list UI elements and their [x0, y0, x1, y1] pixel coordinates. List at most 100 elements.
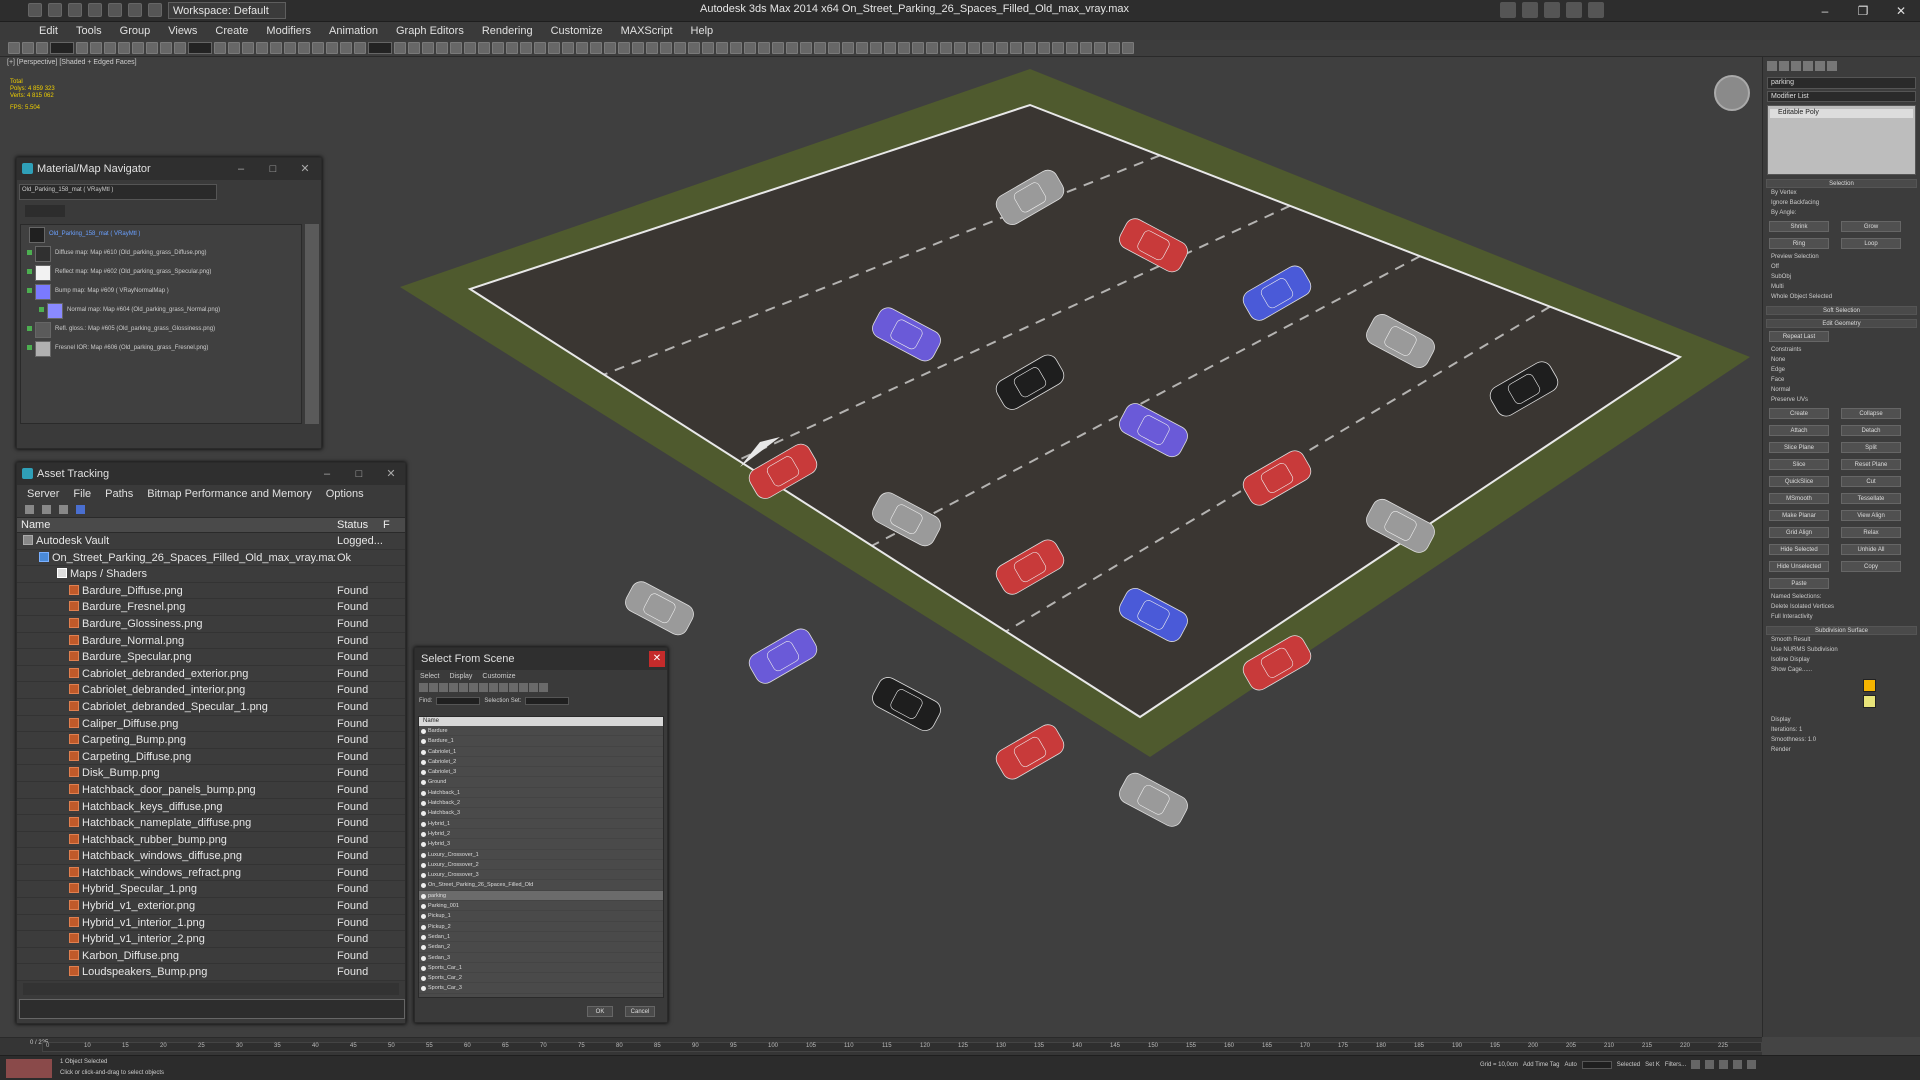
material-tree-node[interactable]: Diffuse map: Map #610 (Old_parking_grass… [21, 244, 301, 263]
toolbar-tool-icon[interactable] [548, 42, 560, 54]
toolbar-tool-icon[interactable] [646, 42, 658, 54]
command-button[interactable]: QuickSlice [1769, 476, 1829, 487]
command-button[interactable]: Copy [1841, 561, 1901, 572]
scene-object-item[interactable]: Hybrid_1 [419, 819, 663, 829]
command-button[interactable]: Create [1769, 408, 1829, 419]
toolbar-tool-icon[interactable] [716, 42, 728, 54]
toolbar-tool-icon[interactable] [270, 42, 282, 54]
toolbar-tool-icon[interactable] [76, 42, 88, 54]
toolbar-tool-icon[interactable] [590, 42, 602, 54]
toolbar-dropdown[interactable] [368, 42, 392, 54]
toolbar-tool-icon[interactable] [422, 42, 434, 54]
help-icon[interactable] [1588, 2, 1604, 18]
command-button[interactable]: Collapse [1841, 408, 1901, 419]
scene-object-item[interactable]: Sedan_1 [419, 932, 663, 943]
toolbar-tool-icon[interactable] [800, 42, 812, 54]
menu-item[interactable]: Graph Editors [387, 22, 473, 40]
asset-row[interactable]: Bardure_Fresnel.png Found [17, 599, 405, 616]
command-button[interactable]: Paste [1769, 578, 1829, 589]
scene-object-item[interactable]: Sports_Car_2 [419, 973, 663, 984]
toolbar-tool-icon[interactable] [160, 42, 172, 54]
scene-object-item[interactable]: Cabriolet_2 [419, 757, 663, 768]
toolbar-tool-icon[interactable] [814, 42, 826, 54]
create-tab-icon[interactable] [1767, 61, 1777, 71]
restore-window-button[interactable]: ❐ [1846, 2, 1880, 20]
play-icon[interactable] [1719, 1060, 1729, 1069]
toolbar-tool-icon[interactable] [146, 42, 158, 54]
command-button[interactable]: Attach [1769, 425, 1829, 436]
smoothness-value[interactable]: 1.0 [1808, 737, 1816, 743]
asset-row[interactable]: Hatchback_windows_refract.png Found [17, 865, 405, 882]
display-lights-icon[interactable] [439, 683, 448, 692]
toolbar-tool-icon[interactable] [340, 42, 352, 54]
toolbar-tool-icon[interactable] [394, 42, 406, 54]
toolbar-tool-icon[interactable] [36, 42, 48, 54]
toolbar-tool-icon[interactable] [674, 42, 686, 54]
toolbar-tool-icon[interactable] [1122, 42, 1134, 54]
stack-item-editable-poly[interactable]: Editable Poly [1770, 109, 1913, 118]
toolbar-tool-icon[interactable] [898, 42, 910, 54]
redo-icon[interactable] [108, 3, 122, 17]
command-button[interactable]: Unhide All [1841, 544, 1901, 555]
command-button[interactable]: Reset Plane [1841, 459, 1901, 470]
scene-object-item[interactable]: Luxury_Crossover_1 [419, 850, 663, 860]
rollout-header[interactable]: Edit Geometry [1766, 319, 1917, 328]
material-tree-node[interactable]: Old_Parking_158_mat ( VRayMtl ) [21, 225, 301, 244]
menu-item[interactable]: Create [206, 22, 257, 40]
scene-object-list[interactable]: Name Bardure Bardure_1 Cabriolet_1 Cabriole… [418, 716, 664, 998]
menu-item[interactable]: Customize [542, 22, 612, 40]
modify-tab-icon[interactable] [1779, 61, 1789, 71]
close-icon[interactable]: ✕ [649, 651, 665, 667]
material-tree-node[interactable]: Reflect map: Map #602 (Old_parking_grass… [21, 263, 301, 282]
hold-icon[interactable] [128, 3, 142, 17]
toolbar-tool-icon[interactable] [1066, 42, 1078, 54]
command-button[interactable]: Ring [1769, 238, 1829, 249]
toolbar-tool-icon[interactable] [772, 42, 784, 54]
scene-object-item[interactable]: Hatchback_3 [419, 808, 663, 819]
toolbar-tool-icon[interactable] [436, 42, 448, 54]
scene-object-item[interactable]: Sports_Car_3 [419, 983, 663, 994]
fetch-icon[interactable] [148, 3, 162, 17]
open-file-icon[interactable] [48, 3, 62, 17]
menu-item[interactable]: Rendering [473, 22, 542, 40]
modifier-stack[interactable]: Editable Poly [1767, 105, 1916, 175]
asset-row[interactable]: Hatchback_keys_diffuse.png Found [17, 799, 405, 816]
command-button[interactable]: Slice Plane [1769, 442, 1829, 453]
toolbar-tool-icon[interactable] [228, 42, 240, 54]
command-button[interactable]: MSmooth [1769, 493, 1829, 504]
toolbar-tool-icon[interactable] [506, 42, 518, 54]
asset-row[interactable]: Loudspeakers_Bump.png Found [17, 964, 405, 981]
new-scene-icon[interactable] [28, 3, 42, 17]
command-button[interactable]: Slice [1769, 459, 1829, 470]
modifier-list-dropdown[interactable]: Modifier List [1767, 91, 1916, 102]
close-window-button[interactable]: ✕ [1884, 2, 1918, 20]
toolbar-tool-icon[interactable] [242, 42, 254, 54]
menu-item[interactable]: Help [682, 22, 723, 40]
asset-menu-item[interactable]: Options [319, 488, 371, 500]
asset-row[interactable]: Cabriolet_debranded_Specular_1.png Found [17, 699, 405, 716]
rollout-header[interactable]: Selection [1766, 179, 1917, 188]
scene-object-item[interactable]: Bardure [419, 726, 663, 737]
toolbar-tool-icon[interactable] [730, 42, 742, 54]
toolbar-tool-icon[interactable] [174, 42, 186, 54]
toolbar-tool-icon[interactable] [298, 42, 310, 54]
display-geometry-icon[interactable] [419, 683, 428, 692]
toolbar-tool-icon[interactable] [688, 42, 700, 54]
asset-row[interactable]: Hatchback_windows_diffuse.png Found [17, 848, 405, 865]
display-bones-icon[interactable] [499, 683, 508, 692]
iterations-value[interactable]: 1 [1799, 727, 1802, 733]
toolbar-tool-icon[interactable] [1010, 42, 1022, 54]
command-button[interactable]: Repeat Last [1769, 331, 1829, 342]
asset-path-field[interactable] [19, 999, 405, 1019]
toolbar-tool-icon[interactable] [702, 42, 714, 54]
scene-object-item[interactable]: Bardure_1 [419, 736, 663, 747]
rollout-header[interactable]: Soft Selection [1766, 306, 1917, 315]
toolbar-dropdown[interactable] [188, 42, 212, 54]
asset-row[interactable]: Hybrid_v1_exterior.png Found [17, 898, 405, 915]
display-shapes-icon[interactable] [429, 683, 438, 692]
toolbar-tool-icon[interactable] [884, 42, 896, 54]
toolbar-tool-icon[interactable] [450, 42, 462, 54]
filter-icon[interactable] [539, 683, 548, 692]
menu-item[interactable]: Group [111, 22, 160, 40]
auto-key-label[interactable]: Auto [1564, 1062, 1576, 1068]
